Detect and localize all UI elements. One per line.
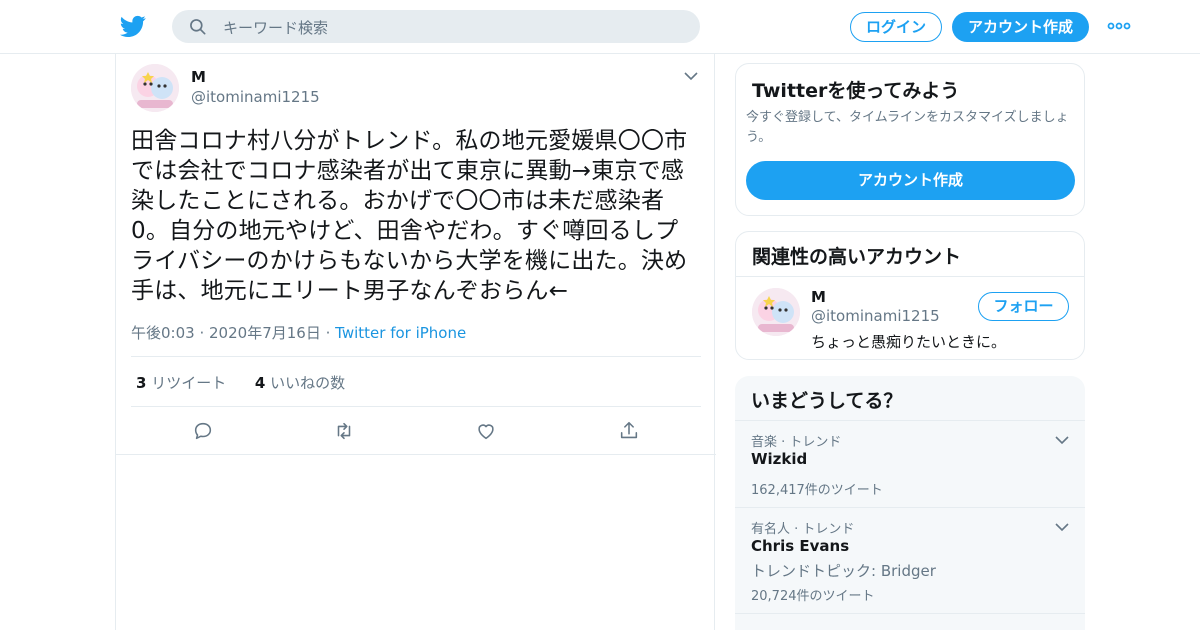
trends-title: いまどうしてる？ xyxy=(751,390,903,412)
related-user-bio: ちょっと愚痴りたいときに。 xyxy=(811,333,1007,351)
chevron-down-icon[interactable] xyxy=(1055,435,1069,445)
like-stat-label: いいねの数 xyxy=(270,374,346,392)
retweet-count: 3 xyxy=(136,374,147,392)
trends-panel: いまどうしてる？ 音楽 · トレンド Wizkid 162,417件のツイート … xyxy=(735,376,1085,630)
tweet-author-handle[interactable]: @itominami1215 xyxy=(191,88,320,106)
retweet-stat[interactable]: 3 リツイート xyxy=(136,374,226,392)
retweet-stat-label: リツイート xyxy=(151,374,227,392)
trend-context: 音楽 · トレンド xyxy=(751,435,842,450)
trend-name: Wizkid xyxy=(751,450,808,468)
avatar[interactable] xyxy=(131,64,179,112)
follow-button[interactable]: フォロー xyxy=(978,292,1069,321)
related-accounts-title: 関連性の高いアカウント xyxy=(752,246,962,268)
search-icon xyxy=(190,19,206,35)
tweet-actions xyxy=(116,407,716,455)
avatar[interactable] xyxy=(752,288,800,336)
reply-icon[interactable] xyxy=(192,420,214,442)
share-icon[interactable] xyxy=(618,420,640,442)
tweet-source-link[interactable]: Twitter for iPhone xyxy=(335,324,466,342)
signup-button[interactable]: アカウント作成 xyxy=(952,12,1089,42)
join-card-title: Twitterを使ってみよう xyxy=(752,80,960,102)
like-count: 4 xyxy=(254,374,266,392)
twitter-logo-icon[interactable] xyxy=(120,13,146,39)
tweet-time[interactable]: 午後0:03 xyxy=(131,324,195,342)
tweet-meta: 午後0:03 · 2020年7月16日 · Twitter for iPhone xyxy=(131,322,466,343)
retweet-icon[interactable] xyxy=(333,420,355,442)
create-account-button[interactable]: アカウント作成 xyxy=(746,161,1075,200)
trend-context: 有名人 · トレンド xyxy=(751,522,855,537)
chevron-down-icon[interactable] xyxy=(1055,522,1069,532)
avatar-image-icon xyxy=(752,288,800,336)
tweet-text: 田舎コロナ村八分がトレンド。私の地元愛媛県〇〇市では会社でコロナ感染者が出て東京… xyxy=(131,128,688,304)
search-box[interactable]: キーワード検索 xyxy=(172,10,700,43)
like-heart-icon[interactable] xyxy=(475,420,497,442)
join-twitter-card: Twitterを使ってみよう 今すぐ登録して、タイムラインをカスタマイズしましょ… xyxy=(735,63,1085,216)
related-user-handle[interactable]: @itominami1215 xyxy=(811,307,940,325)
related-user-name[interactable]: M xyxy=(811,288,826,306)
join-card-description: 今すぐ登録して、タイムラインをカスタマイズしましょう。 xyxy=(746,110,1069,145)
meta-separator: · xyxy=(199,324,210,342)
trend-tweet-count: 162,417件のツイート xyxy=(751,483,883,498)
trends-header: いまどうしてる？ xyxy=(735,376,1085,421)
tweet-detail-column: M @itominami1215 田舎コロナ村八分がトレンド。私の地元愛媛県〇〇… xyxy=(115,54,716,630)
chevron-down-icon[interactable] xyxy=(683,70,699,82)
related-accounts-header: 関連性の高いアカウント xyxy=(736,232,1084,277)
top-navigation-bar: キーワード検索 ログイン アカウント作成 xyxy=(0,0,1200,54)
tweet-author-name[interactable]: M xyxy=(191,68,206,86)
avatar-image-icon xyxy=(131,64,179,112)
search-placeholder: キーワード検索 xyxy=(223,19,329,37)
trend-subtitle: トレンドトピック: Bridger xyxy=(751,562,936,580)
trend-name: Chris Evans xyxy=(751,537,850,555)
trend-item[interactable]: 音楽 · トレンド Wizkid 162,417件のツイート xyxy=(735,421,1085,508)
related-accounts-card: 関連性の高いアカウント M @itominami1215 ちょっと愚痴りたいとき… xyxy=(735,231,1085,360)
login-button[interactable]: ログイン xyxy=(850,12,942,42)
divider xyxy=(131,356,701,357)
like-stat[interactable]: 4 いいねの数 xyxy=(255,374,345,392)
tweet-stats: 3 リツイート 4 いいねの数 xyxy=(136,372,345,393)
trend-tweet-count: 20,724件のツイート xyxy=(751,589,875,604)
meta-separator: · xyxy=(325,324,336,342)
tweet-date[interactable]: 2020年7月16日 xyxy=(209,324,321,342)
more-options-icon[interactable] xyxy=(1107,18,1131,34)
trend-item[interactable]: 有名人 · トレンド Chris Evans トレンドトピック: Bridger… xyxy=(735,508,1085,614)
